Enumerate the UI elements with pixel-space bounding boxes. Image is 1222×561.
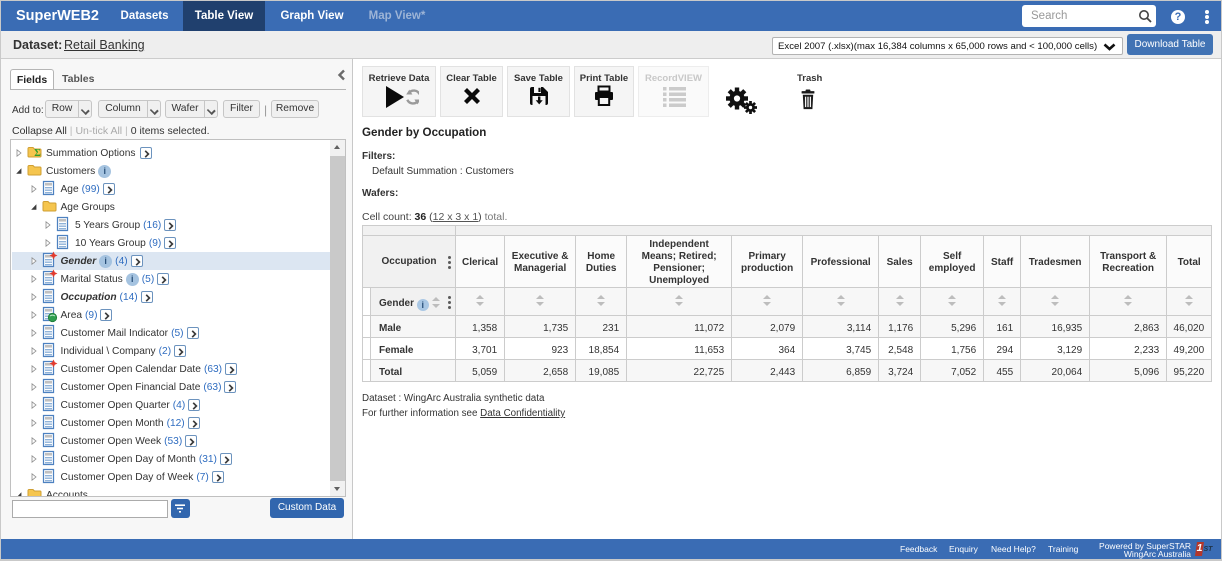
svg-text:Σ: Σ	[34, 148, 41, 158]
